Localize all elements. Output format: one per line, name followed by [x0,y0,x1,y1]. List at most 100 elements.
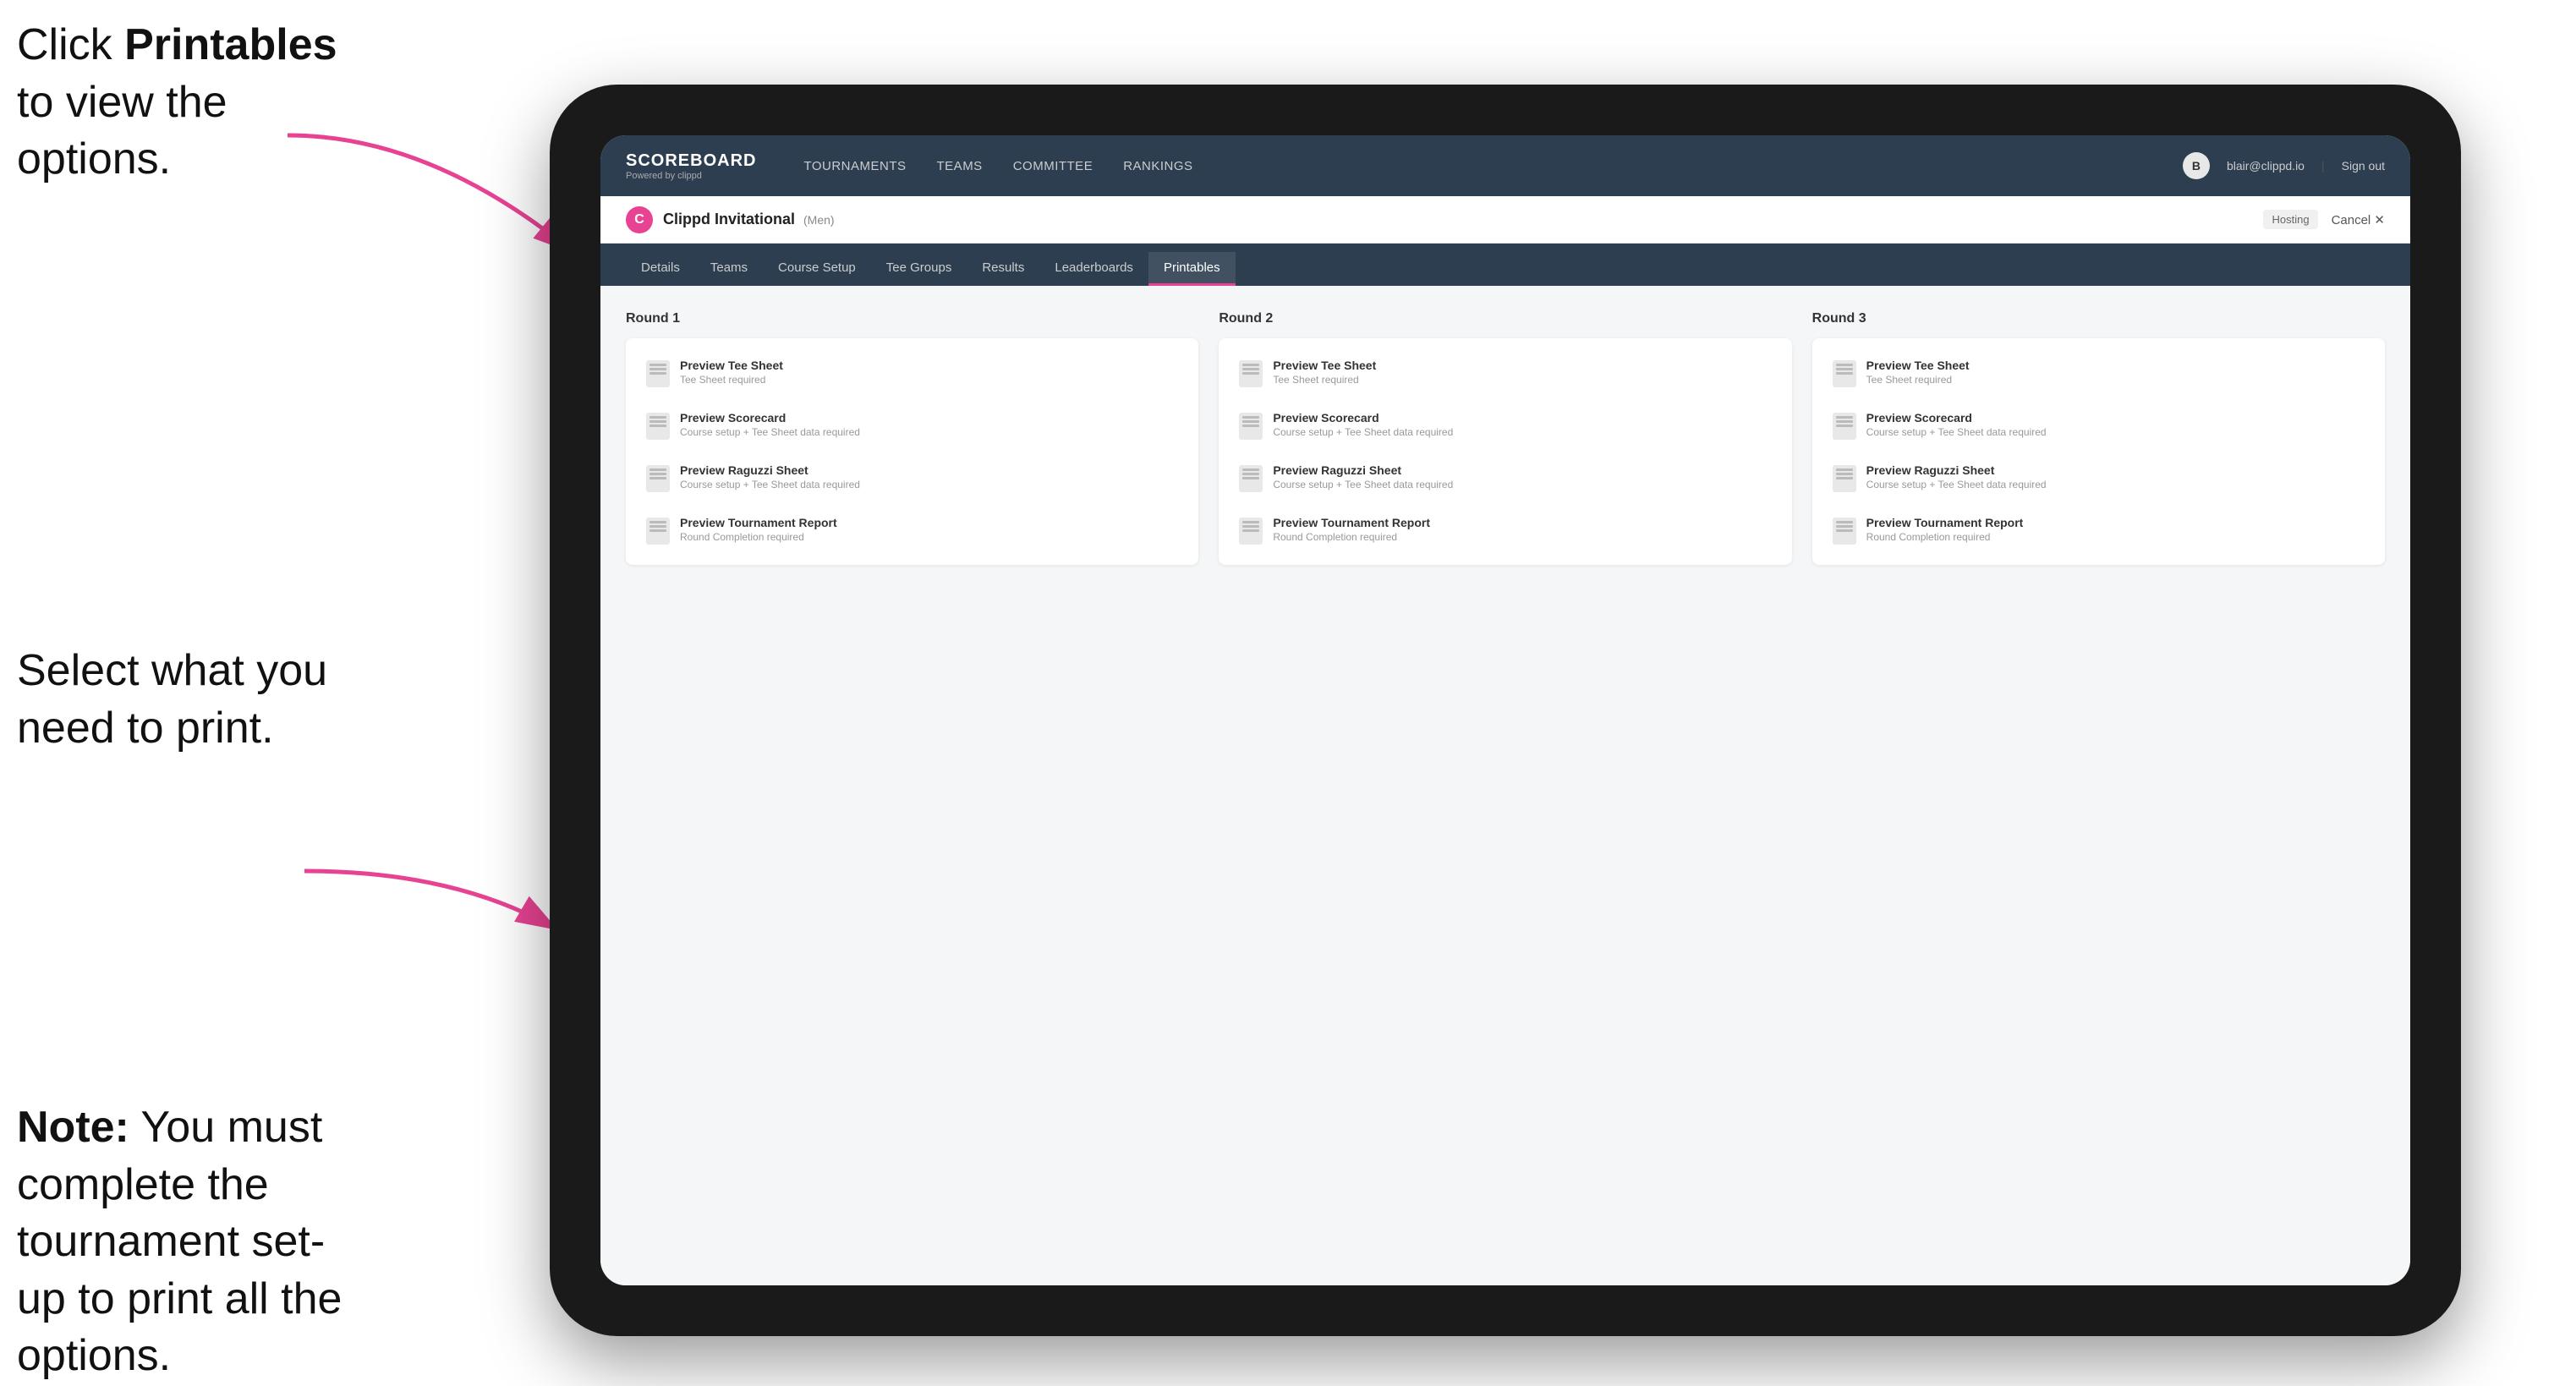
r1-scorecard-label: Preview Scorecard [680,411,860,425]
tab-tee-groups[interactable]: Tee Groups [871,252,967,286]
tab-teams[interactable]: Teams [695,252,763,286]
top-nav-right: B blair@clippd.io | Sign out [2183,152,2385,179]
logo-title: SCOREBOARD [626,151,756,171]
tournament-bar-right: Hosting Cancel ✕ [2263,210,2385,229]
r2-tee-sheet-sublabel: Tee Sheet required [1273,374,1376,386]
main-content: Round 1 Preview Tee Sheet Tee Sheet requ… [600,286,2410,1285]
r3-tournament-report[interactable]: Preview Tournament Report Round Completi… [1828,509,2370,551]
r2-tournament-report-sublabel: Round Completion required [1273,531,1430,543]
top-nav-links: TOURNAMENTS TEAMS COMMITTEE RANKINGS [790,152,2182,180]
r3-scorecard-label: Preview Scorecard [1866,411,2047,425]
tablet-screen: SCOREBOARD Powered by clippd TOURNAMENTS… [600,135,2410,1285]
r3-tournament-report-sublabel: Round Completion required [1866,531,2024,543]
tee-sheet-icon-r2 [1239,360,1263,387]
round-2-section: Round 2 Preview Tee Sheet Tee Sheet requ… [1219,311,1791,565]
round-2-title: Round 2 [1219,311,1791,326]
scorecard-icon-r3 [1833,413,1856,440]
arrow-mid [288,846,575,947]
round-3-title: Round 3 [1812,311,2385,326]
r1-raguzzi-label: Preview Raguzzi Sheet [680,463,860,477]
r2-raguzzi-sublabel: Course setup + Tee Sheet data required [1273,479,1453,490]
scoreboard-logo: SCOREBOARD Powered by clippd [626,151,756,181]
r1-raguzzi[interactable]: Preview Raguzzi Sheet Course setup + Tee… [641,457,1183,499]
r2-raguzzi-label: Preview Raguzzi Sheet [1273,463,1453,477]
annotation-bottom: Note: You must complete the tournament s… [17,1099,372,1385]
r2-scorecard-label: Preview Scorecard [1273,411,1453,425]
r1-tee-sheet[interactable]: Preview Tee Sheet Tee Sheet required [641,352,1183,394]
r3-raguzzi-sublabel: Course setup + Tee Sheet data required [1866,479,2047,490]
annotation-note-bold: Note: [17,1103,129,1152]
r2-scorecard-text: Preview Scorecard Course setup + Tee She… [1273,411,1453,438]
r3-tee-sheet-sublabel: Tee Sheet required [1866,374,1970,386]
logo-sub: Powered by clippd [626,171,756,181]
nav-rankings[interactable]: RANKINGS [1110,152,1206,180]
r2-tee-sheet[interactable]: Preview Tee Sheet Tee Sheet required [1234,352,1776,394]
annotation-bottom-text: Note: You must complete the tournament s… [17,1103,342,1380]
r3-raguzzi-label: Preview Raguzzi Sheet [1866,463,2047,477]
r2-tournament-report-label: Preview Tournament Report [1273,516,1430,529]
r1-scorecard[interactable]: Preview Scorecard Course setup + Tee She… [641,404,1183,446]
r2-tournament-report[interactable]: Preview Tournament Report Round Completi… [1234,509,1776,551]
tab-course-setup[interactable]: Course Setup [763,252,871,286]
cancel-button[interactable]: Cancel ✕ [2332,212,2385,227]
r1-tournament-report[interactable]: Preview Tournament Report Round Completi… [641,509,1183,551]
r1-tee-sheet-label: Preview Tee Sheet [680,359,783,372]
nav-teams[interactable]: TEAMS [924,152,996,180]
tee-sheet-icon-r3 [1833,360,1856,387]
tab-leaderboards[interactable]: Leaderboards [1039,252,1148,286]
round-2-card: Preview Tee Sheet Tee Sheet required Pre… [1219,338,1791,565]
sub-nav: Details Teams Course Setup Tee Groups Re… [600,244,2410,286]
r3-tournament-report-label: Preview Tournament Report [1866,516,2024,529]
user-avatar: B [2183,152,2210,179]
r3-scorecard-sublabel: Course setup + Tee Sheet data required [1866,426,2047,438]
r2-tournament-report-text: Preview Tournament Report Round Completi… [1273,516,1430,543]
r2-scorecard[interactable]: Preview Scorecard Course setup + Tee She… [1234,404,1776,446]
tournament-report-icon-r3 [1833,518,1856,545]
scorecard-icon-r1 [646,413,670,440]
annotation-mid: Select what you need to print. [17,643,372,757]
r1-tournament-report-sublabel: Round Completion required [680,531,837,543]
r1-raguzzi-text: Preview Raguzzi Sheet Course setup + Tee… [680,463,860,490]
round-3-card: Preview Tee Sheet Tee Sheet required Pre… [1812,338,2385,565]
nav-committee[interactable]: COMMITTEE [1000,152,1107,180]
tab-printables[interactable]: Printables [1148,252,1236,286]
sign-out-link[interactable]: Sign out [2342,159,2385,173]
divider: | [2321,159,2325,173]
scorecard-icon-r2 [1239,413,1263,440]
r3-raguzzi[interactable]: Preview Raguzzi Sheet Course setup + Tee… [1828,457,2370,499]
r2-raguzzi-text: Preview Raguzzi Sheet Course setup + Tee… [1273,463,1453,490]
r3-tee-sheet-label: Preview Tee Sheet [1866,359,1970,372]
round-1-card: Preview Tee Sheet Tee Sheet required Pre… [626,338,1198,565]
r3-tee-sheet[interactable]: Preview Tee Sheet Tee Sheet required [1828,352,2370,394]
tee-sheet-icon-r1 [646,360,670,387]
r3-raguzzi-text: Preview Raguzzi Sheet Course setup + Tee… [1866,463,2047,490]
tablet-device: SCOREBOARD Powered by clippd TOURNAMENTS… [550,85,2461,1336]
round-3-section: Round 3 Preview Tee Sheet Tee Sheet requ… [1812,311,2385,565]
top-nav: SCOREBOARD Powered by clippd TOURNAMENTS… [600,135,2410,196]
r3-tee-sheet-text: Preview Tee Sheet Tee Sheet required [1866,359,1970,386]
tournament-sub: (Men) [803,213,835,227]
nav-tournaments[interactable]: TOURNAMENTS [790,152,919,180]
r1-scorecard-sublabel: Course setup + Tee Sheet data required [680,426,860,438]
r1-raguzzi-sublabel: Course setup + Tee Sheet data required [680,479,860,490]
tournament-name: Clippd Invitational [663,211,795,228]
r1-tee-sheet-text: Preview Tee Sheet Tee Sheet required [680,359,783,386]
raguzzi-icon-r1 [646,465,670,492]
rounds-grid: Round 1 Preview Tee Sheet Tee Sheet requ… [626,311,2385,565]
hosting-badge: Hosting [2263,210,2317,229]
tournament-report-icon-r2 [1239,518,1263,545]
r2-tee-sheet-text: Preview Tee Sheet Tee Sheet required [1273,359,1376,386]
r3-scorecard-text: Preview Scorecard Course setup + Tee She… [1866,411,2047,438]
tournament-bar: C Clippd Invitational (Men) Hosting Canc… [600,196,2410,244]
r3-scorecard[interactable]: Preview Scorecard Course setup + Tee She… [1828,404,2370,446]
r1-tee-sheet-sublabel: Tee Sheet required [680,374,783,386]
tab-details[interactable]: Details [626,252,695,286]
r2-tee-sheet-label: Preview Tee Sheet [1273,359,1376,372]
round-1-title: Round 1 [626,311,1198,326]
arrow-top [262,118,584,288]
tournament-logo: C [626,206,653,233]
r1-scorecard-text: Preview Scorecard Course setup + Tee She… [680,411,860,438]
r1-tournament-report-text: Preview Tournament Report Round Completi… [680,516,837,543]
r2-raguzzi[interactable]: Preview Raguzzi Sheet Course setup + Tee… [1234,457,1776,499]
tab-results[interactable]: Results [967,252,1039,286]
